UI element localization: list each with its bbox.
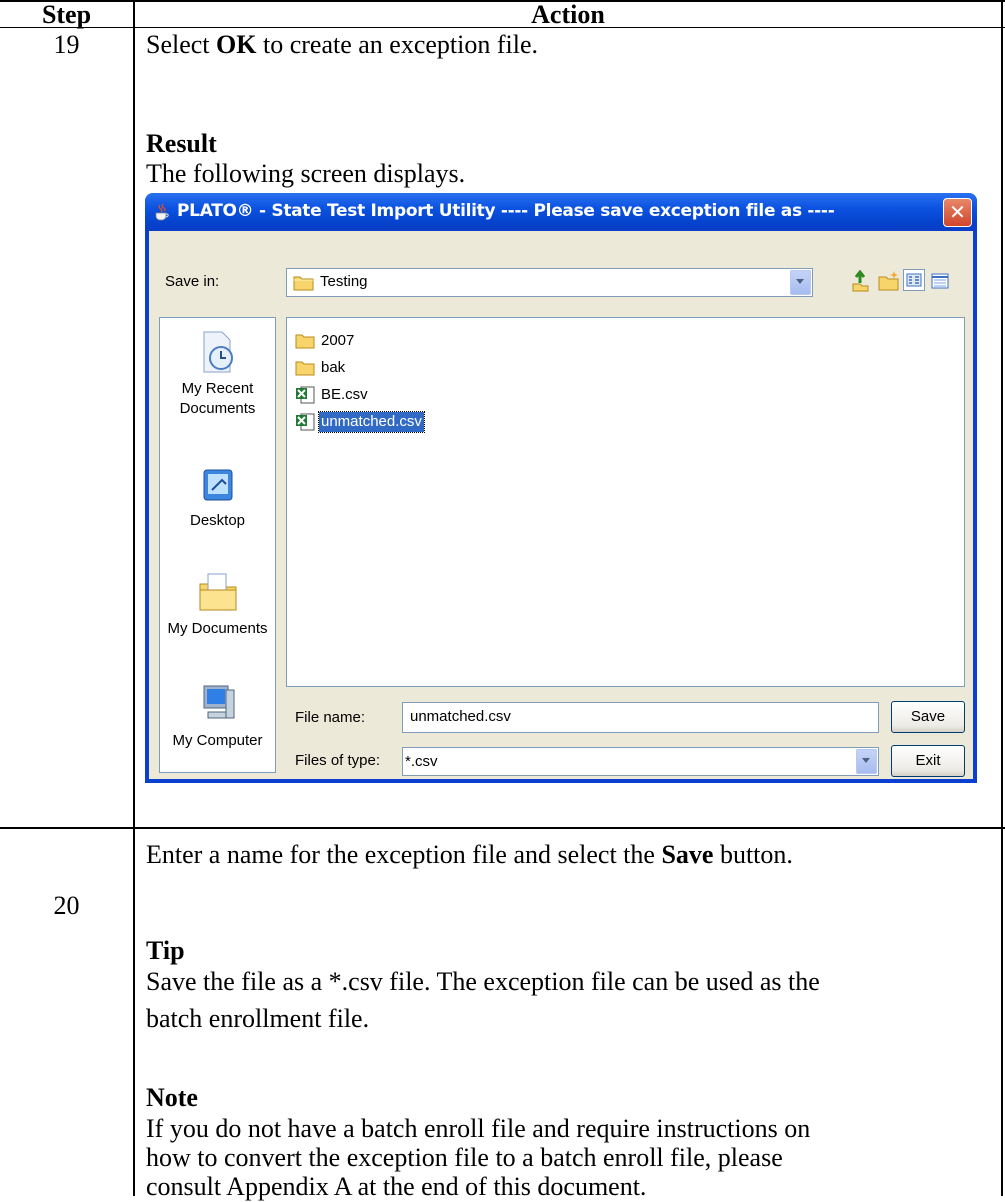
file-name-label: File name: bbox=[295, 709, 366, 726]
files-of-type-label: Files of type: bbox=[295, 752, 381, 769]
place-my-computer[interactable]: My Computer bbox=[160, 680, 275, 751]
chevron-down-icon[interactable] bbox=[790, 270, 811, 295]
file-name: BE.csv bbox=[321, 386, 368, 403]
place-my-recent-documents[interactable]: My Recent Documents bbox=[160, 330, 275, 419]
excel-file-icon bbox=[296, 386, 315, 404]
close-button[interactable]: ✕ bbox=[943, 198, 972, 227]
note-line-3: consult Appendix A at the end of this do… bbox=[146, 1172, 647, 1201]
close-icon: ✕ bbox=[949, 200, 966, 224]
save-in-value: Testing bbox=[320, 273, 368, 290]
java-cup-icon bbox=[155, 203, 169, 221]
desktop-icon bbox=[203, 469, 232, 501]
place-my-documents[interactable]: My Documents bbox=[160, 570, 275, 639]
folder-icon bbox=[293, 276, 314, 291]
file-name: bak bbox=[321, 359, 346, 376]
place-label: My Recent bbox=[181, 380, 254, 397]
place-label: Desktop bbox=[189, 512, 246, 529]
folder-icon bbox=[295, 334, 315, 349]
tip-line-1: Save the file as a *.csv file. The excep… bbox=[146, 967, 820, 996]
place-label: My Computer bbox=[172, 732, 263, 749]
place-label: My Documents bbox=[167, 620, 268, 637]
note-heading: Note bbox=[146, 1083, 198, 1112]
details-view-icon[interactable] bbox=[929, 270, 951, 292]
row-divider bbox=[0, 827, 1005, 829]
place-label: Documents bbox=[179, 400, 256, 417]
header-action: Action bbox=[531, 0, 605, 29]
dialog-title-bar[interactable]: PLATO® - State Test Import Utility ---- … bbox=[145, 193, 977, 231]
note-line-2: how to convert the exception file to a b… bbox=[146, 1143, 783, 1172]
file-name: 2007 bbox=[321, 332, 355, 349]
row1-instruction: Select OK to create an exception file. bbox=[146, 30, 539, 59]
column-divider bbox=[133, 0, 135, 1196]
place-desktop[interactable]: Desktop bbox=[160, 466, 275, 531]
up-one-level-icon[interactable] bbox=[849, 270, 871, 292]
files-of-type-dropdown[interactable]: *.csv bbox=[402, 747, 879, 776]
file-name-field[interactable]: unmatched.csv bbox=[402, 702, 879, 733]
my-documents-icon bbox=[199, 573, 236, 611]
file-list: 2007 bak BE.csv unmatched.csv bbox=[286, 317, 965, 687]
places-bar: My Recent Documents Desktop My Documents bbox=[159, 317, 276, 773]
dialog-title: PLATO® - State Test Import Utility ---- … bbox=[177, 201, 835, 221]
save-button[interactable]: Save bbox=[891, 701, 965, 733]
result-heading: Result bbox=[146, 129, 217, 158]
save-in-dropdown[interactable]: Testing bbox=[286, 268, 813, 297]
tip-heading: Tip bbox=[146, 936, 185, 965]
list-view-icon bbox=[906, 273, 922, 287]
table-right-border bbox=[1001, 0, 1003, 1196]
chevron-down-icon[interactable] bbox=[856, 749, 877, 774]
file-name: unmatched.csv bbox=[318, 411, 425, 433]
save-in-label: Save in: bbox=[165, 273, 220, 290]
save-dialog: PLATO® - State Test Import Utility ---- … bbox=[145, 193, 977, 783]
recent-documents-icon bbox=[203, 331, 233, 373]
file-name-value: unmatched.csv bbox=[410, 708, 511, 725]
list-view-button[interactable] bbox=[903, 269, 925, 291]
dialog-body: Save in: Testing My Recent Documents Des… bbox=[149, 231, 973, 779]
new-folder-icon[interactable] bbox=[877, 270, 901, 292]
header-step: Step bbox=[41, 0, 92, 29]
files-of-type-value: *.csv bbox=[405, 753, 438, 770]
my-computer-icon bbox=[203, 685, 234, 719]
folder-icon bbox=[295, 361, 315, 376]
exit-button[interactable]: Exit bbox=[891, 745, 965, 777]
tip-line-2: batch enrollment file. bbox=[146, 1004, 370, 1033]
step-number-20: 20 bbox=[53, 891, 80, 920]
excel-file-icon bbox=[296, 413, 315, 431]
note-line-1: If you do not have a batch enroll file a… bbox=[146, 1114, 811, 1143]
row2-instruction: Enter a name for the exception file and … bbox=[146, 840, 793, 869]
result-text: The following screen displays. bbox=[146, 159, 466, 188]
step-number-19: 19 bbox=[53, 30, 80, 59]
